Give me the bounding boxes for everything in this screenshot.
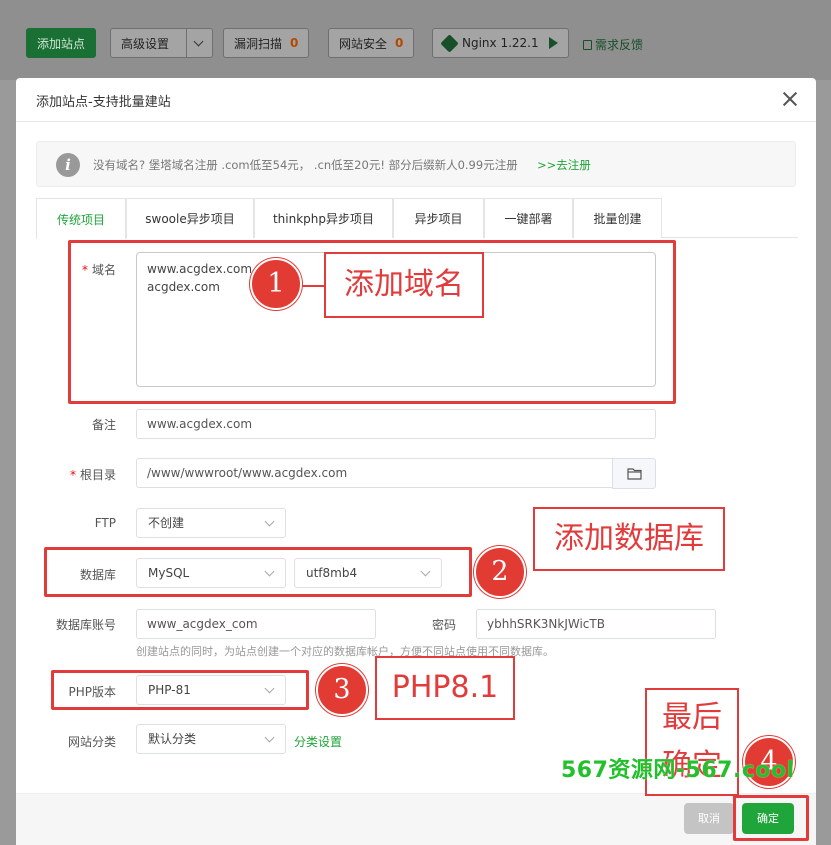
chevron-down-icon <box>264 732 275 743</box>
db-type-value: MySQL <box>148 566 190 580</box>
php-version-value: PHP-81 <box>148 683 191 697</box>
root-dir-input[interactable]: /www/wwwroot/www.acgdex.com <box>136 458 613 488</box>
chevron-down-icon <box>264 566 275 577</box>
ftp-select-value: 不创建 <box>148 516 185 530</box>
web-security-button[interactable]: 网站安全 0 <box>328 28 415 58</box>
tab-thinkphp[interactable]: thinkphp异步项目 <box>254 198 393 238</box>
db-type-select[interactable]: MySQL <box>136 558 286 588</box>
tab-batch-create[interactable]: 批量创建 <box>573 198 662 238</box>
step-3-callout: PHP8.1 <box>375 656 515 720</box>
security-count-badge: 0 <box>395 36 404 50</box>
step-2-callout: 添加数据库 <box>533 507 725 571</box>
advanced-settings-label: 高级设置 <box>121 36 170 51</box>
advanced-settings-button[interactable]: 高级设置 <box>110 28 213 58</box>
nginx-icon <box>440 33 459 53</box>
site-category-label: 网站分类 <box>67 735 116 749</box>
background-toolbar: 添加站点 高级设置 漏洞扫描 0 网站安全 0 Nginx 1.22.1 需求反… <box>0 0 831 80</box>
vuln-count-badge: 0 <box>290 36 299 50</box>
vuln-scan-label: 漏洞扫描 <box>234 36 283 51</box>
php-version-select[interactable]: PHP-81 <box>136 675 286 705</box>
close-icon[interactable] <box>780 89 800 109</box>
category-settings-link[interactable]: 分类设置 <box>294 733 342 750</box>
domain-label: * 域名 <box>81 263 116 277</box>
root-dir-label: * 根目录 <box>69 468 116 482</box>
step-1-connector <box>302 285 326 287</box>
register-link[interactable]: >>去注册 <box>537 157 591 173</box>
feedback-link[interactable]: 需求反馈 <box>583 36 643 53</box>
watermark-text: 567资源网-567.cool <box>561 758 795 783</box>
dialog-title: 添加站点-支持批量建站 <box>36 95 171 110</box>
ftp-select[interactable]: 不创建 <box>136 508 286 538</box>
db-charset-select[interactable]: utf8mb4 <box>294 558 442 588</box>
nginx-label: Nginx 1.22.1 <box>462 36 539 50</box>
chevron-down-icon <box>420 566 431 577</box>
tab-one-click-deploy[interactable]: 一键部署 <box>484 198 573 238</box>
chevron-down-icon <box>264 516 275 527</box>
db-account-label: 数据库账号 <box>55 618 116 632</box>
project-tabs: 传统项目 swoole异步项目 thinkphp异步项目 异步项目 一键部署 批… <box>36 198 798 239</box>
step-4-text-line1: 最后 <box>662 700 722 735</box>
feedback-icon <box>583 39 592 50</box>
tab-async[interactable]: 异步项目 <box>393 198 484 238</box>
toolbar-divider <box>186 28 187 58</box>
web-security-label: 网站安全 <box>339 36 388 51</box>
chevron-down-icon <box>193 36 204 47</box>
site-category-select[interactable]: 默认分类 <box>136 724 286 754</box>
dialog-header: 添加站点-支持批量建站 <box>16 78 816 122</box>
vuln-scan-button[interactable]: 漏洞扫描 0 <box>223 28 310 58</box>
password-input[interactable]: ybhhSRK3NkJWicTB <box>476 609 716 639</box>
notice-text: 没有域名? 堡塔域名注册 .com低至54元， .cn低至20元! 部分后缀新人… <box>93 158 518 172</box>
add-site-button[interactable]: 添加站点 <box>26 28 97 58</box>
browse-folder-button[interactable] <box>612 458 656 489</box>
step-3-badge: 3 <box>316 664 368 716</box>
tab-traditional[interactable]: 传统项目 <box>36 198 126 239</box>
remark-label: 备注 <box>91 418 116 432</box>
play-icon <box>548 37 558 49</box>
remark-input[interactable]: www.acgdex.com <box>136 409 656 439</box>
password-label: 密码 <box>431 618 456 632</box>
confirm-button[interactable]: 确定 <box>742 803 794 834</box>
step-1-callout: 添加域名 <box>324 252 484 318</box>
domain-notice: i 没有域名? 堡塔域名注册 .com低至54元， .cn低至20元! 部分后缀… <box>36 141 796 187</box>
feedback-label: 需求反馈 <box>595 38 644 52</box>
cancel-button[interactable]: 取消 <box>684 803 734 834</box>
db-account-input[interactable]: www_acgdex_com <box>136 609 376 639</box>
tab-swoole[interactable]: swoole异步项目 <box>126 198 254 238</box>
folder-icon <box>627 468 642 480</box>
site-category-value: 默认分类 <box>148 732 197 746</box>
chevron-down-icon <box>264 683 275 694</box>
nginx-button[interactable]: Nginx 1.22.1 <box>432 28 569 58</box>
ftp-label: FTP <box>94 516 116 530</box>
step-2-badge: 2 <box>474 546 526 598</box>
php-version-label: PHP版本 <box>68 685 117 699</box>
db-charset-value: utf8mb4 <box>306 566 358 580</box>
info-icon: i <box>56 153 80 177</box>
database-label: 数据库 <box>79 568 116 582</box>
step-1-badge: 1 <box>250 258 302 310</box>
